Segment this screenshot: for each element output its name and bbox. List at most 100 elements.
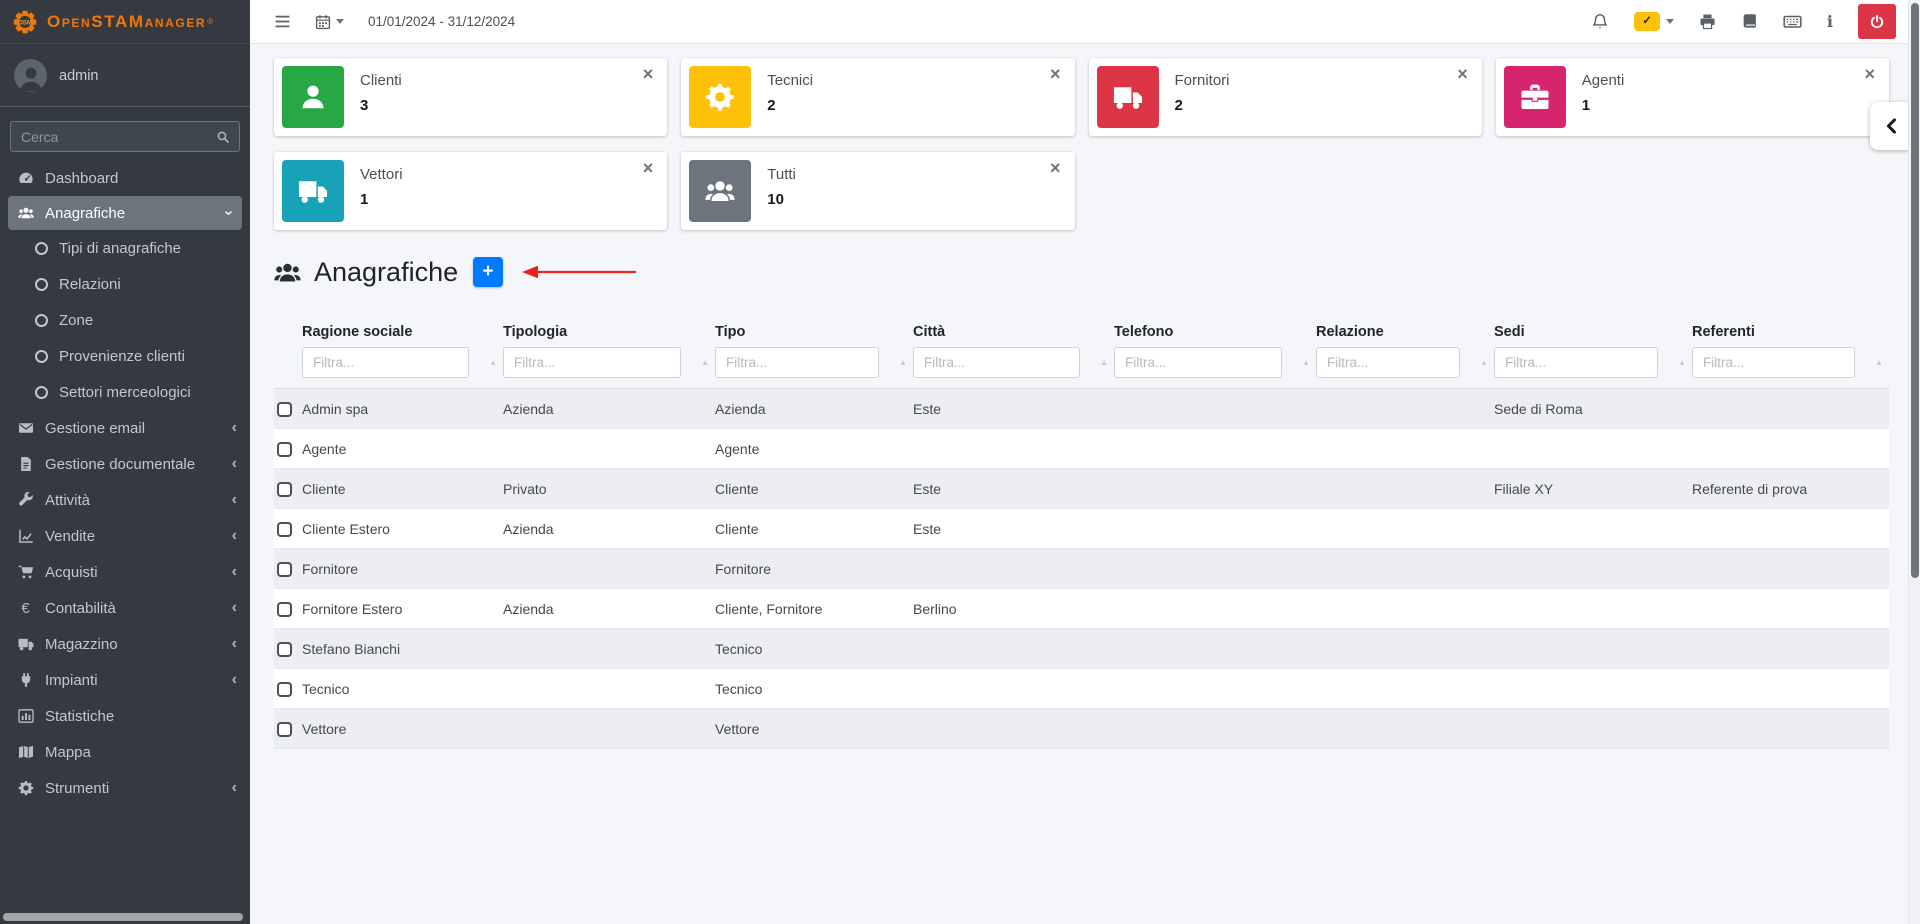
sidebar-item-label: Attività <box>45 492 90 509</box>
sort-asc-icon[interactable]: ▲ <box>1100 358 1108 367</box>
sort-asc-icon[interactable]: ▲ <box>489 358 497 367</box>
filter-input-tipologia[interactable] <box>503 347 681 378</box>
search-input[interactable] <box>10 121 207 152</box>
stat-card-fornitori[interactable]: Fornitori2× <box>1089 58 1482 136</box>
sort-asc-icon[interactable]: ▲ <box>899 358 907 367</box>
filter-input-ragione-sociale[interactable] <box>302 347 469 378</box>
sidebar-subitem-zone[interactable]: Zone <box>0 302 250 338</box>
brand[interactable]: OSM OpenSTAManager ® <box>0 0 250 44</box>
filter-input-sedi[interactable] <box>1494 347 1658 378</box>
collapse-panel-button[interactable] <box>1870 102 1908 150</box>
table-row-admin-spa[interactable]: Admin spaAziendaAziendaEsteSede di Roma <box>274 389 1889 429</box>
row-checkbox[interactable] <box>277 602 292 617</box>
sidebar-item-mappa[interactable]: Mappa <box>0 734 250 770</box>
filter-input-referenti[interactable] <box>1692 347 1855 378</box>
column-header-label[interactable]: Tipologia <box>503 324 705 340</box>
close-icon[interactable]: × <box>1457 65 1468 83</box>
hamburger-menu-icon[interactable] <box>274 13 291 30</box>
column-header-label[interactable]: Ragione sociale <box>302 324 493 340</box>
sidebar-subitem-provenienze-clienti[interactable]: Provenienze clienti <box>0 338 250 374</box>
row-checkbox[interactable] <box>277 642 292 657</box>
stat-card-tecnici[interactable]: Tecnici2× <box>681 58 1074 136</box>
table-row-agente[interactable]: Agente Agente <box>274 429 1889 469</box>
print-icon[interactable] <box>1699 13 1716 30</box>
vertical-scrollbar-thumb[interactable] <box>1911 3 1919 578</box>
sort-asc-icon[interactable]: ▲ <box>1875 358 1883 367</box>
docs-book-icon[interactable] <box>1741 13 1758 30</box>
row-checkbox[interactable] <box>277 562 292 577</box>
sidebar-item-acquisti[interactable]: Acquisti‹ <box>0 554 250 590</box>
column-header-label[interactable]: Relazione <box>1316 324 1484 340</box>
sidebar-subitem-settori-merceologici[interactable]: Settori merceologici <box>0 374 250 410</box>
close-icon[interactable]: × <box>1864 65 1875 83</box>
row-checkbox[interactable] <box>277 682 292 697</box>
stat-card-clienti[interactable]: Clienti3× <box>274 58 667 136</box>
close-icon[interactable]: × <box>1050 159 1061 177</box>
info-icon[interactable]: i <box>1827 12 1833 31</box>
bell-icon[interactable] <box>1591 13 1609 31</box>
row-checkbox[interactable] <box>277 402 292 417</box>
horizontal-scrollbar[interactable] <box>3 913 243 921</box>
column-header-label[interactable]: Sedi <box>1494 324 1682 340</box>
row-checkbox[interactable] <box>277 482 292 497</box>
column-header-label[interactable]: Telefono <box>1114 324 1306 340</box>
vertical-scrollbar[interactable] <box>1908 0 1920 924</box>
sidebar-subitem-relazioni[interactable]: Relazioni <box>0 266 250 302</box>
stat-card-agenti[interactable]: Agenti1 × <box>1496 58 1889 136</box>
close-icon[interactable]: × <box>643 65 654 83</box>
daterange-picker-toggle[interactable] <box>315 14 344 30</box>
table-row-tecnico[interactable]: TecnicoTecnico <box>274 669 1889 709</box>
column-header-label[interactable]: Tipo <box>715 324 903 340</box>
column-header-label[interactable]: Referenti <box>1692 324 1879 340</box>
table-row-fornitore[interactable]: FornitoreFornitore <box>274 549 1889 589</box>
column-header-label[interactable]: Città <box>913 324 1104 340</box>
sidebar-item-statistiche[interactable]: Statistiche <box>0 698 250 734</box>
checkbox-cell <box>274 669 302 709</box>
filter-input-citta[interactable] <box>913 347 1080 378</box>
daterange-label[interactable]: 01/01/2024 - 31/12/2024 <box>368 14 515 29</box>
filter-input-tipo[interactable] <box>715 347 879 378</box>
sort-asc-icon[interactable]: ▲ <box>701 358 709 367</box>
sidebar-subitem-tipi-di-anagrafiche[interactable]: Tipi di anagrafiche <box>0 230 250 266</box>
table-row-cliente[interactable]: ClientePrivatoClienteEsteFiliale XYRefer… <box>274 469 1889 509</box>
sidebar-item-vendite[interactable]: Vendite‹ <box>0 518 250 554</box>
row-checkbox[interactable] <box>277 442 292 457</box>
logout-power-button[interactable] <box>1858 4 1896 39</box>
cell-tipologia: Privato <box>503 469 715 509</box>
add-record-button[interactable]: + <box>473 257 503 287</box>
row-checkbox[interactable] <box>277 722 292 737</box>
sidebar-item-dashboard[interactable]: Dashboard <box>0 160 250 196</box>
sort-asc-icon[interactable]: ▲ <box>1302 358 1310 367</box>
stat-card-vettori[interactable]: Vettori1× <box>274 152 667 230</box>
status-badge[interactable]: ✓ <box>1634 12 1660 31</box>
sidebar-item-magazzino[interactable]: Magazzino‹ <box>0 626 250 662</box>
sidebar-item-strumenti[interactable]: Strumenti‹ <box>0 770 250 806</box>
table-row-cliente-estero[interactable]: Cliente EsteroAziendaClienteEste <box>274 509 1889 549</box>
checkbox-cell <box>274 709 302 749</box>
sort-asc-icon[interactable]: ▲ <box>1678 358 1686 367</box>
sidebar-item-impianti[interactable]: Impianti‹ <box>0 662 250 698</box>
close-icon[interactable]: × <box>1050 65 1061 83</box>
sidebar-item-attivita[interactable]: Attività‹ <box>0 482 250 518</box>
avatar[interactable] <box>14 59 47 92</box>
cell-tipo: Agente <box>715 429 913 469</box>
cell-ragione-sociale: Agente <box>302 429 503 469</box>
close-icon[interactable]: × <box>643 159 654 177</box>
table-row-vettore[interactable]: VettoreVettore <box>274 709 1889 749</box>
filter-input-telefono[interactable] <box>1114 347 1282 378</box>
filter-input-relazione[interactable] <box>1316 347 1460 378</box>
sidebar-item-gestione-documentale[interactable]: Gestione documentale‹ <box>0 446 250 482</box>
user-name[interactable]: admin <box>59 68 99 84</box>
sidebar-item-anagrafiche[interactable]: Anagrafiche‹ <box>8 196 242 230</box>
sort-asc-icon[interactable]: ▲ <box>1480 358 1488 367</box>
keyboard-shortcuts-icon[interactable] <box>1783 12 1802 31</box>
stat-card-body: Agenti1 <box>1582 66 1625 128</box>
row-checkbox[interactable] <box>277 522 292 537</box>
search-button[interactable] <box>207 121 240 152</box>
sidebar-item-gestione-email[interactable]: Gestione email‹ <box>0 410 250 446</box>
table-row-fornitore-estero[interactable]: Fornitore EsteroAziendaCliente, Fornitor… <box>274 589 1889 629</box>
table-row-stefano-bianchi[interactable]: Stefano BianchiTecnico <box>274 629 1889 669</box>
status-dropdown-toggle[interactable]: ✓ <box>1634 12 1674 31</box>
stat-card-tutti[interactable]: Tutti10× <box>681 152 1074 230</box>
sidebar-item-contabilita[interactable]: €Contabilità‹ <box>0 590 250 626</box>
